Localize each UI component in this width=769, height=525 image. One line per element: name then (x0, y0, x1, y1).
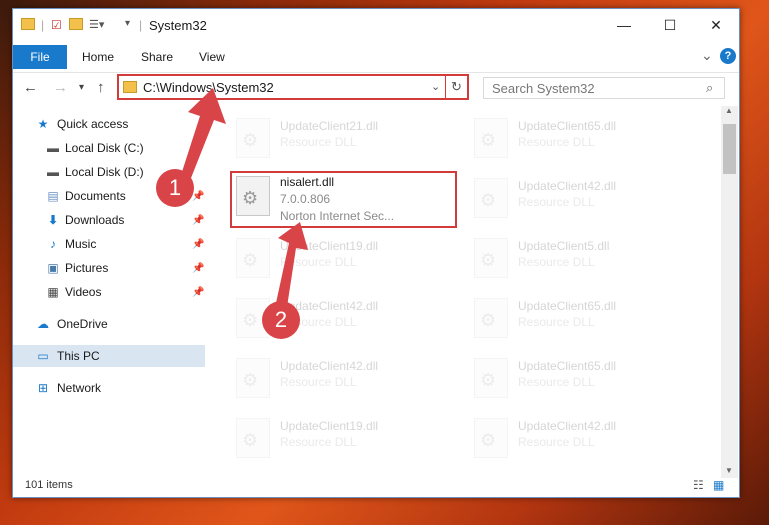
step-marker-2: 2 (262, 301, 300, 339)
step-marker-1: 1 (156, 169, 194, 207)
arrow-2 (276, 222, 308, 307)
annotation-arrows (180, 88, 308, 307)
arrow-1 (180, 88, 226, 178)
